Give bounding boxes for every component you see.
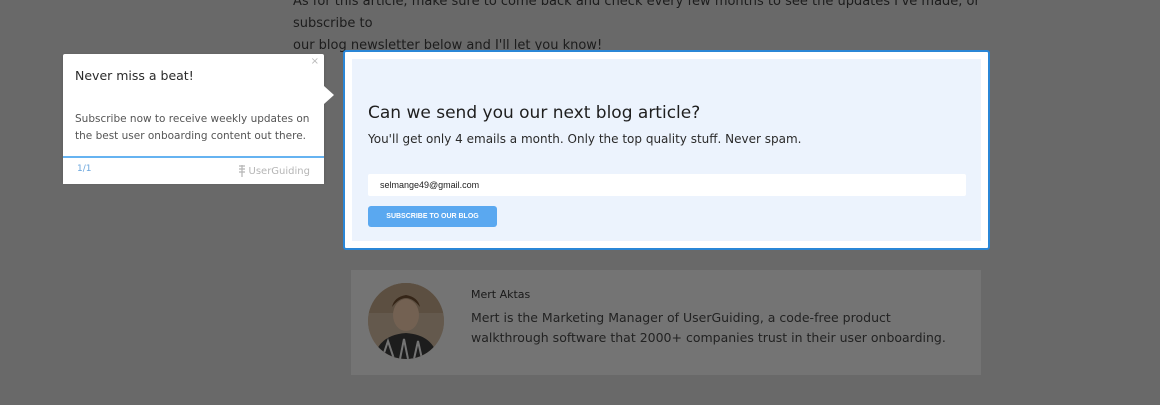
author-name: Mert Aktas <box>471 288 531 301</box>
highlighted-subscribe-section: Can we send you our next blog article? Y… <box>343 50 990 250</box>
author-bio: Mert is the Marketing Manager of UserGui… <box>471 310 946 345</box>
tooltip-title: Never miss a beat! <box>75 68 194 83</box>
tooltip-body: Subscribe now to receive weekly updates … <box>75 113 310 142</box>
avatar <box>368 283 444 359</box>
close-icon[interactable]: × <box>311 56 319 67</box>
userguiding-logo-icon <box>238 165 246 177</box>
tooltip-arrow <box>324 86 334 104</box>
subscribe-card: Can we send you our next blog article? Y… <box>352 59 981 241</box>
brand-badge[interactable]: UserGuiding <box>238 165 310 177</box>
subscribe-description: You'll get only 4 emails a month. Only t… <box>368 132 802 146</box>
brand-label: UserGuiding <box>248 165 310 177</box>
email-field[interactable] <box>368 174 966 196</box>
article-paragraph: As for this article, make sure to come b… <box>293 0 993 57</box>
article-line-1: As for this article, make sure to come b… <box>293 0 980 31</box>
onboarding-tooltip: × Never miss a beat! Subscribe now to re… <box>63 54 334 184</box>
step-counter: 1/1 <box>77 164 92 174</box>
subscribe-button[interactable]: SUBSCRIBE TO OUR BLOG <box>368 206 497 227</box>
subscribe-title: Can we send you our next blog article? <box>368 103 701 123</box>
author-box: Mert Aktas Mert is the Marketing Manager… <box>351 270 981 375</box>
tooltip-footer: 1/1 UserGuiding <box>63 156 324 184</box>
